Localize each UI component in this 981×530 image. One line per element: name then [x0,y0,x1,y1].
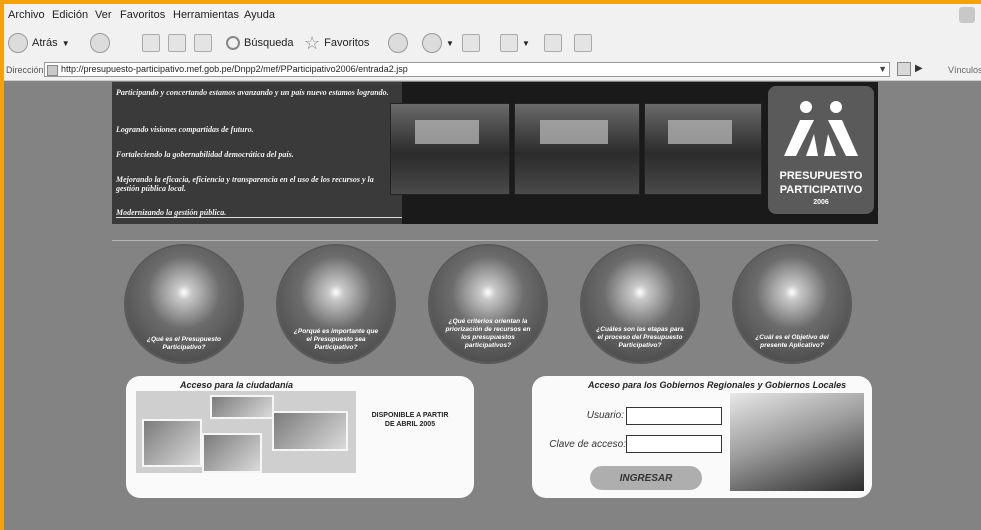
citizen-access-title: Acceso para la ciudadanía [180,380,294,390]
messenger-button[interactable] [574,33,592,53]
slogan-3: Fortaleciendo la gobernabilidad democrát… [116,150,294,159]
password-label: Clave de acceso: [549,439,626,450]
edit-dropdown-icon[interactable]: ▼ [522,39,530,48]
logo-text-line2: PARTICIPATIVO [779,184,863,196]
address-label: Dirección [6,65,44,75]
slogan-5: Modernizando la gestión pública. [116,208,402,218]
slogan-2: Logrando visiones compartidas de futuro. [116,125,254,134]
forward-arrow-icon [90,33,110,53]
government-access-panel: Acceso para los Gobiernos Regionales y G… [532,376,872,498]
logo-text-line1: PRESUPUESTO [779,170,863,182]
header-banner: Participando y concertando estamos avanz… [112,82,878,224]
search-button[interactable]: Búsqueda [226,33,294,53]
browser-window: Archivo Edición Ver Favoritos Herramient… [4,4,981,530]
login-button[interactable]: INGRESAR [590,466,702,490]
address-dropdown-icon[interactable]: ▼ [878,64,887,74]
bubble-objetivo-label: ¿Cuál es el Objetivo del presente Aplica… [755,334,829,349]
bubble-etapas-label: ¿Cuáles son las etapas para el proceso d… [596,326,684,349]
collage-photo-1 [210,395,274,419]
print-icon [462,34,480,52]
stop-button[interactable] [142,33,160,53]
logo-figures-icon [784,101,858,156]
page-icon [47,65,58,76]
history-icon [388,33,408,53]
government-meeting-photo [730,393,864,491]
collage-photo-4 [272,411,348,451]
links-label[interactable]: Vínculos [948,65,981,75]
logo-year: 2006 [813,199,829,206]
print-button[interactable] [462,33,480,53]
bubble-criterios[interactable]: ¿Qué criterios orientan la priorización … [430,246,546,362]
slogan-4: Mejorando la eficacia, eficiencia y tran… [116,175,374,193]
bubble-objetivo[interactable]: ¿Cuál es el Objetivo del presente Aplica… [734,246,850,362]
citizen-access-panel: Acceso para la ciudadanía DISPONIBLE A P… [126,376,474,498]
collage-photo-3 [202,433,262,473]
menu-herramientas[interactable]: Herramientas [173,9,239,21]
bubble-porque-importante[interactable]: ¿Porqué es importante que el Presupuesto… [278,246,394,362]
menu-ayuda[interactable]: Ayuda [244,9,275,21]
back-arrow-icon [8,33,28,53]
edit-button[interactable]: ▼ [500,33,530,53]
bubble-etapas[interactable]: ¿Cuáles son las etapas para el proceso d… [582,246,698,362]
messenger-icon [574,34,592,52]
password-input[interactable] [626,435,722,453]
username-label: Usuario: [586,410,624,421]
mail-button[interactable]: ▼ [422,33,454,53]
go-button[interactable] [897,62,911,76]
discuss-button[interactable] [544,33,562,53]
back-dropdown-icon[interactable]: ▼ [62,39,70,48]
menu-archivo[interactable]: Archivo [8,9,45,21]
government-access-title: Acceso para los Gobiernos Regionales y G… [588,380,847,390]
slogan-1: Participando y concertando estamos avanz… [116,88,389,97]
address-bar: Dirección http://presupuesto-participati… [4,60,981,81]
presupuesto-participativo-logo: PRESUPUESTO PARTICIPATIVO 2006 [768,86,874,214]
page-content: Participando y concertando estamos avanz… [4,81,981,530]
go-arrow-icon[interactable]: ▶ [915,63,923,74]
mail-dropdown-icon[interactable]: ▼ [446,39,454,48]
bubble-que-es-label: ¿Qué es el Presupuesto Participativo? [146,336,222,351]
banner-photo-presentation [644,103,762,195]
section-divider [112,240,878,241]
toolbar: Atrás ▼ Búsqueda ☆ Favoritos ▼ ▼ [4,26,981,61]
back-label: Atrás [32,37,58,49]
bubble-que-es[interactable]: ¿Qué es el Presupuesto Participativo? [126,246,242,362]
bubble-criterios-label: ¿Qué criterios orientan la priorización … [445,318,531,349]
citizen-photo-collage [136,391,356,473]
stop-icon [142,34,160,52]
home-icon [194,34,212,52]
bubble-porque-importante-label: ¿Porqué es importante que el Presupuesto… [293,328,379,351]
address-input[interactable]: http://presupuesto-participativo.mef.gob… [44,62,890,77]
back-button[interactable]: Atrás ▼ [8,33,70,53]
username-input[interactable] [626,407,722,425]
favorites-label: Favoritos [324,37,370,49]
menu-ver[interactable]: Ver [95,9,112,21]
history-button[interactable] [388,33,408,53]
search-label: Búsqueda [244,37,294,49]
search-icon [226,36,240,50]
banner-photo-meeting [390,103,510,195]
availability-notice: DISPONIBLE A PARTIR DE ABRIL 2005 [371,412,449,428]
menu-favoritos[interactable]: Favoritos [120,9,165,21]
favorites-button[interactable]: ☆ Favoritos [304,33,369,53]
address-url: http://presupuesto-participativo.mef.gob… [61,64,408,74]
mail-icon [422,33,442,53]
banner-slogans: Participando y concertando estamos avanz… [112,82,402,224]
banner-photo-audience [514,103,640,195]
refresh-icon [168,34,186,52]
star-icon: ☆ [304,33,321,53]
refresh-button[interactable] [168,33,186,53]
menu-bar: Archivo Edición Ver Favoritos Herramient… [4,4,981,27]
home-button[interactable] [194,33,212,53]
collage-photo-2 [142,419,202,467]
discuss-icon [544,34,562,52]
windows-logo-icon [959,7,975,23]
forward-button[interactable] [90,33,110,53]
edit-icon [500,34,518,52]
menu-edicion[interactable]: Edición [52,9,88,21]
